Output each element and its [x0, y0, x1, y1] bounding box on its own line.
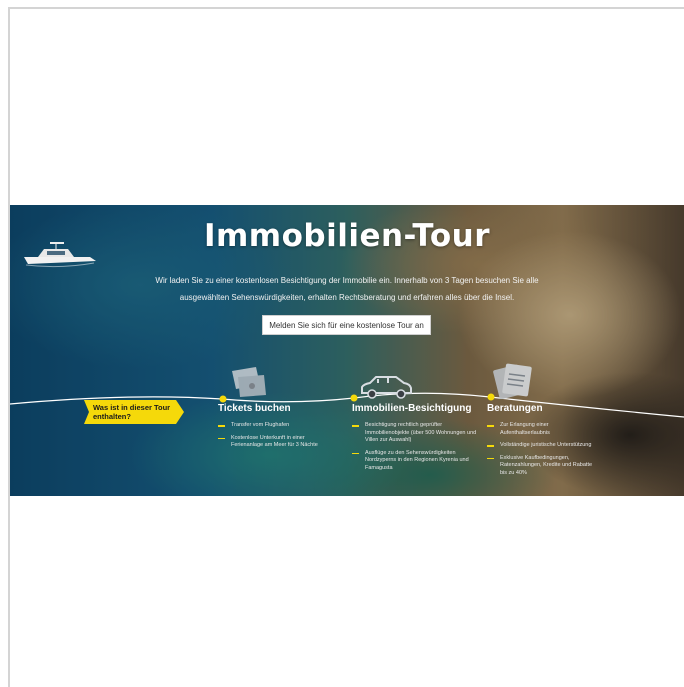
column-title: Immobilien-Besichtigung [352, 403, 472, 414]
timeline-dot [350, 394, 358, 402]
column-property-viewing: Immobilien-Besichtigung Besichtigung rec… [352, 403, 478, 477]
car-icon [361, 376, 412, 399]
list-item: Exklusive Kaufbedingungen, Ratenzahlunge… [487, 455, 599, 478]
column-consulting: Beratungen Zur Erlangung einer Aufenthal… [487, 403, 599, 482]
documents-icon [493, 363, 532, 399]
tickets-icon [232, 367, 266, 397]
list-item: Transfer vom Flughafen [218, 422, 333, 430]
list-item: Zur Erlangung einer Aufenthaltserlaubnis [487, 422, 599, 437]
column-title: Beratungen [487, 403, 543, 414]
frame-border-top [8, 7, 684, 9]
list-item: Vollständige juristische Unterstützung [487, 442, 599, 450]
list-item: Besichtigung rechtlich geprüfter Immobil… [352, 422, 478, 445]
column-title: Tickets buchen [218, 403, 291, 414]
list-item: Kostenlose Unterkunft in einer Ferienanl… [218, 435, 333, 450]
column-tickets: Tickets buchen Transfer vom Flughafen Ko… [218, 403, 333, 455]
tour-contents-tag: Was ist in dieser Tour enthalten? [84, 400, 184, 424]
list-item: Ausflüge zu den Sehenswürdigkeiten Nordz… [352, 450, 478, 473]
hero-banner: Immobilien-Tour Wir laden Sie zu einer k… [10, 205, 684, 496]
